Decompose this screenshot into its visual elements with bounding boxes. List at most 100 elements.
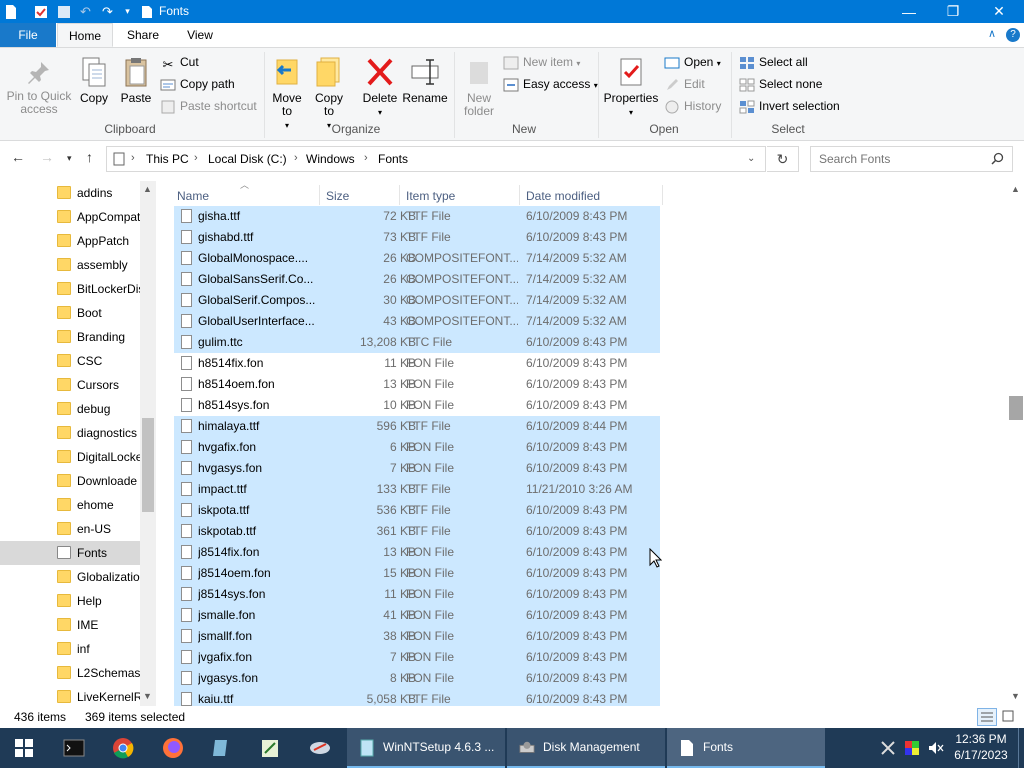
start-button[interactable] — [0, 728, 48, 768]
column-divider[interactable] — [399, 185, 400, 205]
table-row[interactable]: h8514fix.fon 11 KB FON File 6/10/2009 8:43 … — [174, 353, 660, 374]
move-to-button[interactable]: Move to ▾ — [270, 56, 304, 132]
table-row[interactable]: j8514oem.fon 15 KB FON File 6/10/2009 8:43 … — [174, 563, 660, 584]
nav-item-ime[interactable]: IME — [0, 613, 140, 637]
nav-item-digitallocke[interactable]: DigitalLocke — [0, 445, 142, 469]
redo-icon[interactable]: ↷ — [99, 3, 116, 20]
nav-item-livekernelr[interactable]: LiveKernelR — [0, 685, 142, 706]
close-button[interactable]: ✕ — [976, 0, 1022, 23]
table-row[interactable]: h8514oem.fon 13 KB FON File 6/10/2009 8:43 … — [174, 374, 660, 395]
copy-button[interactable]: Copy — [76, 56, 112, 105]
new-folder-button[interactable]: New folder — [458, 56, 500, 118]
breadcrumb-windows[interactable]: Windows — [306, 152, 355, 166]
table-row[interactable]: iskpota.ttf 536 KB TTF File 6/10/2009 8:43 … — [174, 500, 660, 521]
nav-item-addins[interactable]: addins — [0, 181, 140, 205]
scroll-down-icon[interactable]: ▼ — [143, 691, 152, 701]
new-item-button[interactable]: New item ▾ — [503, 53, 580, 71]
search-box[interactable] — [810, 146, 1013, 172]
nav-item-fonts[interactable]: Fonts — [0, 541, 140, 565]
ribbon-collapse-icon[interactable]: ∧ — [988, 27, 996, 40]
undo-icon[interactable]: ↶ — [77, 3, 94, 20]
minimize-button[interactable]: — — [886, 0, 932, 23]
clock[interactable]: 12:36 PM 6/17/2023 — [948, 731, 1014, 763]
new-folder-qa-icon[interactable] — [55, 3, 72, 20]
open-button[interactable]: Open ▾ — [664, 53, 721, 71]
customize-qa-dropdown-icon[interactable]: ▾ — [119, 3, 136, 20]
back-arrow-icon[interactable]: ← — [11, 149, 25, 165]
details-view-button[interactable] — [977, 708, 997, 726]
nav-item-appcompat[interactable]: AppCompat — [0, 205, 140, 229]
refresh-button[interactable]: ↻ — [767, 146, 799, 172]
large-icons-view-button[interactable] — [999, 708, 1019, 726]
column-divider[interactable] — [662, 185, 663, 205]
column-header-size[interactable]: Size — [326, 186, 349, 206]
table-row[interactable]: gisha.ttf 72 KB TTF File 6/10/2009 8:43 PM — [174, 206, 660, 227]
taskbar-firefox[interactable] — [149, 728, 197, 768]
forward-arrow-icon[interactable]: → — [40, 149, 54, 165]
nav-item-diagnostics[interactable]: diagnostics — [0, 421, 140, 445]
column-header-date-modified[interactable]: Date modified — [526, 186, 600, 206]
breadcrumb-this-pc[interactable]: This PC — [146, 152, 189, 166]
select-all-button[interactable]: Select all — [739, 53, 808, 71]
table-row[interactable]: iskpotab.ttf 361 KB TTF File 6/10/2009 8:43… — [174, 521, 660, 542]
properties-qa-icon[interactable] — [32, 3, 49, 20]
breadcrumb-local-disk[interactable]: Local Disk (C:) — [208, 152, 287, 166]
table-row[interactable]: hvgasys.fon 7 KB FON File 6/10/2009 8:43 PM — [174, 458, 660, 479]
nav-item-help[interactable]: Help — [0, 589, 140, 613]
column-header-name[interactable]: Name — [177, 186, 209, 206]
show-desktop-button[interactable] — [1018, 728, 1024, 768]
file-list-scrollbar[interactable]: ▲ ▼ — [1008, 181, 1024, 706]
table-row[interactable]: jvgasys.fon 8 KB FON File 6/10/2009 8:43 PM — [174, 668, 660, 689]
pin-to-quick-access-button[interactable]: Pin to Quick access — [6, 60, 72, 116]
edit-button[interactable]: Edit — [664, 75, 705, 93]
nav-item-ehome[interactable]: ehome — [0, 493, 140, 517]
scroll-up-icon[interactable]: ▲ — [143, 184, 152, 194]
nav-item-bitlockerdis[interactable]: BitLockerDis — [0, 277, 144, 301]
paste-button[interactable]: Paste — [118, 56, 154, 105]
search-input[interactable] — [811, 147, 991, 171]
column-divider[interactable] — [519, 185, 520, 205]
tab-share[interactable]: Share — [117, 23, 169, 47]
taskbar-winntsetup[interactable]: WinNTSetup 4.6.3 ... — [347, 728, 505, 768]
table-row[interactable]: j8514sys.fon 11 KB FON File 6/10/2009 8:43 … — [174, 584, 660, 605]
taskbar-chrome[interactable] — [99, 728, 147, 768]
invert-selection-button[interactable]: Invert selection — [739, 97, 840, 115]
nav-item-debug[interactable]: debug — [0, 397, 140, 421]
nav-item-apppatch[interactable]: AppPatch — [0, 229, 140, 253]
table-row[interactable]: jsmallf.fon 38 KB FON File 6/10/2009 8:43 P… — [174, 626, 660, 647]
table-row[interactable]: hvgafix.fon 6 KB FON File 6/10/2009 8:43 PM — [174, 437, 660, 458]
paste-shortcut-button[interactable]: Paste shortcut — [160, 97, 257, 115]
table-row[interactable]: impact.ttf 133 KB TTF File 11/21/2010 3:26 … — [174, 479, 660, 500]
history-button[interactable]: History — [664, 97, 721, 115]
recent-locations-chevron-icon[interactable]: ▾ — [67, 153, 72, 164]
column-header-item-type[interactable]: Item type — [406, 186, 455, 206]
tab-view[interactable]: View — [174, 23, 226, 47]
address-dropdown-chevron-icon[interactable]: ⌄ — [747, 153, 755, 164]
nav-item-cursors[interactable]: Cursors — [0, 373, 140, 397]
navigation-scrollbar[interactable]: ▲ ▼ — [140, 181, 156, 706]
breadcrumb-fonts[interactable]: Fonts — [378, 152, 408, 166]
taskbar-fonts[interactable]: Fonts — [667, 728, 825, 768]
table-row[interactable]: h8514sys.fon 10 KB FON File 6/10/2009 8:43 … — [174, 395, 660, 416]
table-row[interactable]: gishabd.ttf 73 KB TTF File 6/10/2009 8:43 P… — [174, 227, 660, 248]
navigation-scrollbar-thumb[interactable] — [142, 418, 154, 512]
nav-item-inf[interactable]: inf — [0, 637, 140, 661]
properties-button[interactable]: Properties ▾ — [602, 56, 660, 119]
nav-item-assembly[interactable]: assembly — [0, 253, 140, 277]
table-row[interactable]: GlobalSerif.Compos... 30 KB COMPOSITEFONT.… — [174, 290, 660, 311]
rename-button[interactable]: Rename — [402, 56, 448, 105]
table-row[interactable]: jvgafix.fon 7 KB FON File 6/10/2009 8:43 PM — [174, 647, 660, 668]
table-row[interactable]: himalaya.ttf 596 KB TTF File 6/10/2009 8:44… — [174, 416, 660, 437]
help-icon[interactable]: ? — [1006, 28, 1020, 42]
tab-file[interactable]: File — [0, 23, 56, 47]
copy-path-button[interactable]: Copy path — [160, 75, 235, 93]
scroll-down-icon[interactable]: ▼ — [1011, 691, 1020, 701]
taskbar-notepad-app[interactable] — [197, 728, 245, 768]
table-row[interactable]: GlobalUserInterface... 43 KB COMPOSITEFONT… — [174, 311, 660, 332]
easy-access-button[interactable]: Easy access ▾ — [503, 75, 598, 93]
table-row[interactable]: GlobalMonospace.... 26 KB COMPOSITEFONT...… — [174, 248, 660, 269]
nav-item-boot[interactable]: Boot — [0, 301, 140, 325]
table-row[interactable]: kaiu.ttf 5,058 KB TTF File 6/10/2009 8:43 P… — [174, 689, 660, 706]
cut-button[interactable]: ✂ Cut — [160, 53, 199, 72]
copy-to-button[interactable]: Copy to ▾ — [312, 56, 346, 132]
